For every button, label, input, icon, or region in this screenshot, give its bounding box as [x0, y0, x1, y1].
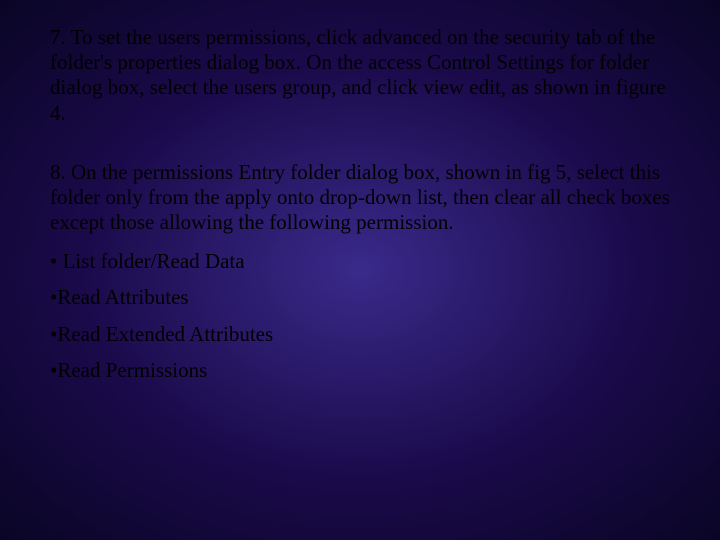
step-7-text: 7. To set the users permissions, click a…: [50, 25, 670, 126]
list-item: Read Permissions: [50, 358, 670, 382]
list-item: Read Attributes: [50, 285, 670, 309]
step-8-text: 8. On the permissions Entry folder dialo…: [50, 160, 670, 236]
slide: 7. To set the users permissions, click a…: [0, 0, 720, 540]
permission-bullets: List folder/Read Data Read Attributes Re…: [50, 249, 670, 382]
list-item: Read Extended Attributes: [50, 322, 670, 346]
list-item: List folder/Read Data: [50, 249, 670, 273]
